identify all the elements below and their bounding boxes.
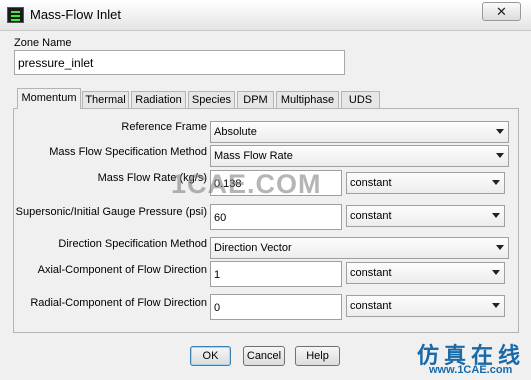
gauge-pressure-label: Supersonic/Initial Gauge Pressure (psi) bbox=[15, 206, 207, 218]
chevron-down-icon bbox=[492, 270, 500, 275]
tab-radiation[interactable]: Radiation bbox=[131, 91, 186, 109]
fluent-app-icon bbox=[7, 7, 24, 23]
axial-direction-label: Axial-Component of Flow Direction bbox=[37, 264, 207, 276]
mass-flow-rate-method-value: constant bbox=[350, 177, 392, 189]
reference-frame-dropdown[interactable]: Absolute bbox=[210, 121, 509, 143]
gauge-pressure-input[interactable]: 60 bbox=[210, 204, 342, 230]
tab-multiphase[interactable]: Multiphase bbox=[276, 91, 339, 109]
ok-button[interactable]: OK bbox=[190, 346, 231, 366]
zone-name-label: Zone Name bbox=[14, 37, 72, 49]
axial-direction-method-dropdown[interactable]: constant bbox=[346, 262, 505, 284]
radial-direction-method-dropdown[interactable]: constant bbox=[346, 295, 505, 317]
watermark-text: 1CAE.COM bbox=[171, 169, 322, 199]
reference-frame-label: Reference Frame bbox=[121, 121, 207, 133]
gauge-pressure-method-dropdown[interactable]: constant bbox=[346, 205, 505, 227]
mass-flow-spec-dropdown[interactable]: Mass Flow Rate bbox=[210, 145, 509, 167]
tab-dpm[interactable]: DPM bbox=[237, 91, 274, 109]
tab-uds[interactable]: UDS bbox=[341, 91, 380, 109]
chevron-down-icon bbox=[496, 153, 504, 158]
tab-species[interactable]: Species bbox=[188, 91, 235, 109]
tab-thermal[interactable]: Thermal bbox=[82, 91, 129, 109]
radial-direction-label: Radial-Component of Flow Direction bbox=[30, 297, 207, 309]
help-button[interactable]: Help bbox=[295, 346, 340, 366]
chevron-down-icon bbox=[492, 303, 500, 308]
window-title: Mass-Flow Inlet bbox=[30, 7, 122, 22]
radial-direction-method-value: constant bbox=[350, 300, 392, 312]
chevron-down-icon bbox=[492, 180, 500, 185]
chevron-down-icon bbox=[496, 245, 504, 250]
gauge-pressure-method-value: constant bbox=[350, 210, 392, 222]
close-button[interactable]: ✕ bbox=[482, 2, 521, 21]
brand-url: www.1CAE.com bbox=[429, 364, 513, 376]
direction-spec-dropdown[interactable]: Direction Vector bbox=[210, 237, 509, 259]
direction-spec-value: Direction Vector bbox=[214, 242, 292, 254]
mass-flow-spec-value: Mass Flow Rate bbox=[214, 150, 293, 162]
axial-direction-method-value: constant bbox=[350, 267, 392, 279]
cancel-button[interactable]: Cancel bbox=[243, 346, 285, 366]
title-bar: Mass-Flow Inlet ✕ bbox=[0, 0, 531, 31]
reference-frame-value: Absolute bbox=[214, 126, 257, 138]
mass-flow-rate-method-dropdown[interactable]: constant bbox=[346, 172, 505, 194]
mass-flow-spec-label: Mass Flow Specification Method bbox=[49, 146, 207, 158]
chevron-down-icon bbox=[496, 129, 504, 134]
tab-momentum[interactable]: Momentum bbox=[17, 88, 81, 109]
direction-spec-label: Direction Specification Method bbox=[58, 238, 207, 250]
zone-name-field[interactable]: pressure_inlet bbox=[14, 50, 345, 75]
axial-direction-input[interactable]: 1 bbox=[210, 261, 342, 287]
chevron-down-icon bbox=[492, 213, 500, 218]
radial-direction-input[interactable]: 0 bbox=[210, 294, 342, 320]
